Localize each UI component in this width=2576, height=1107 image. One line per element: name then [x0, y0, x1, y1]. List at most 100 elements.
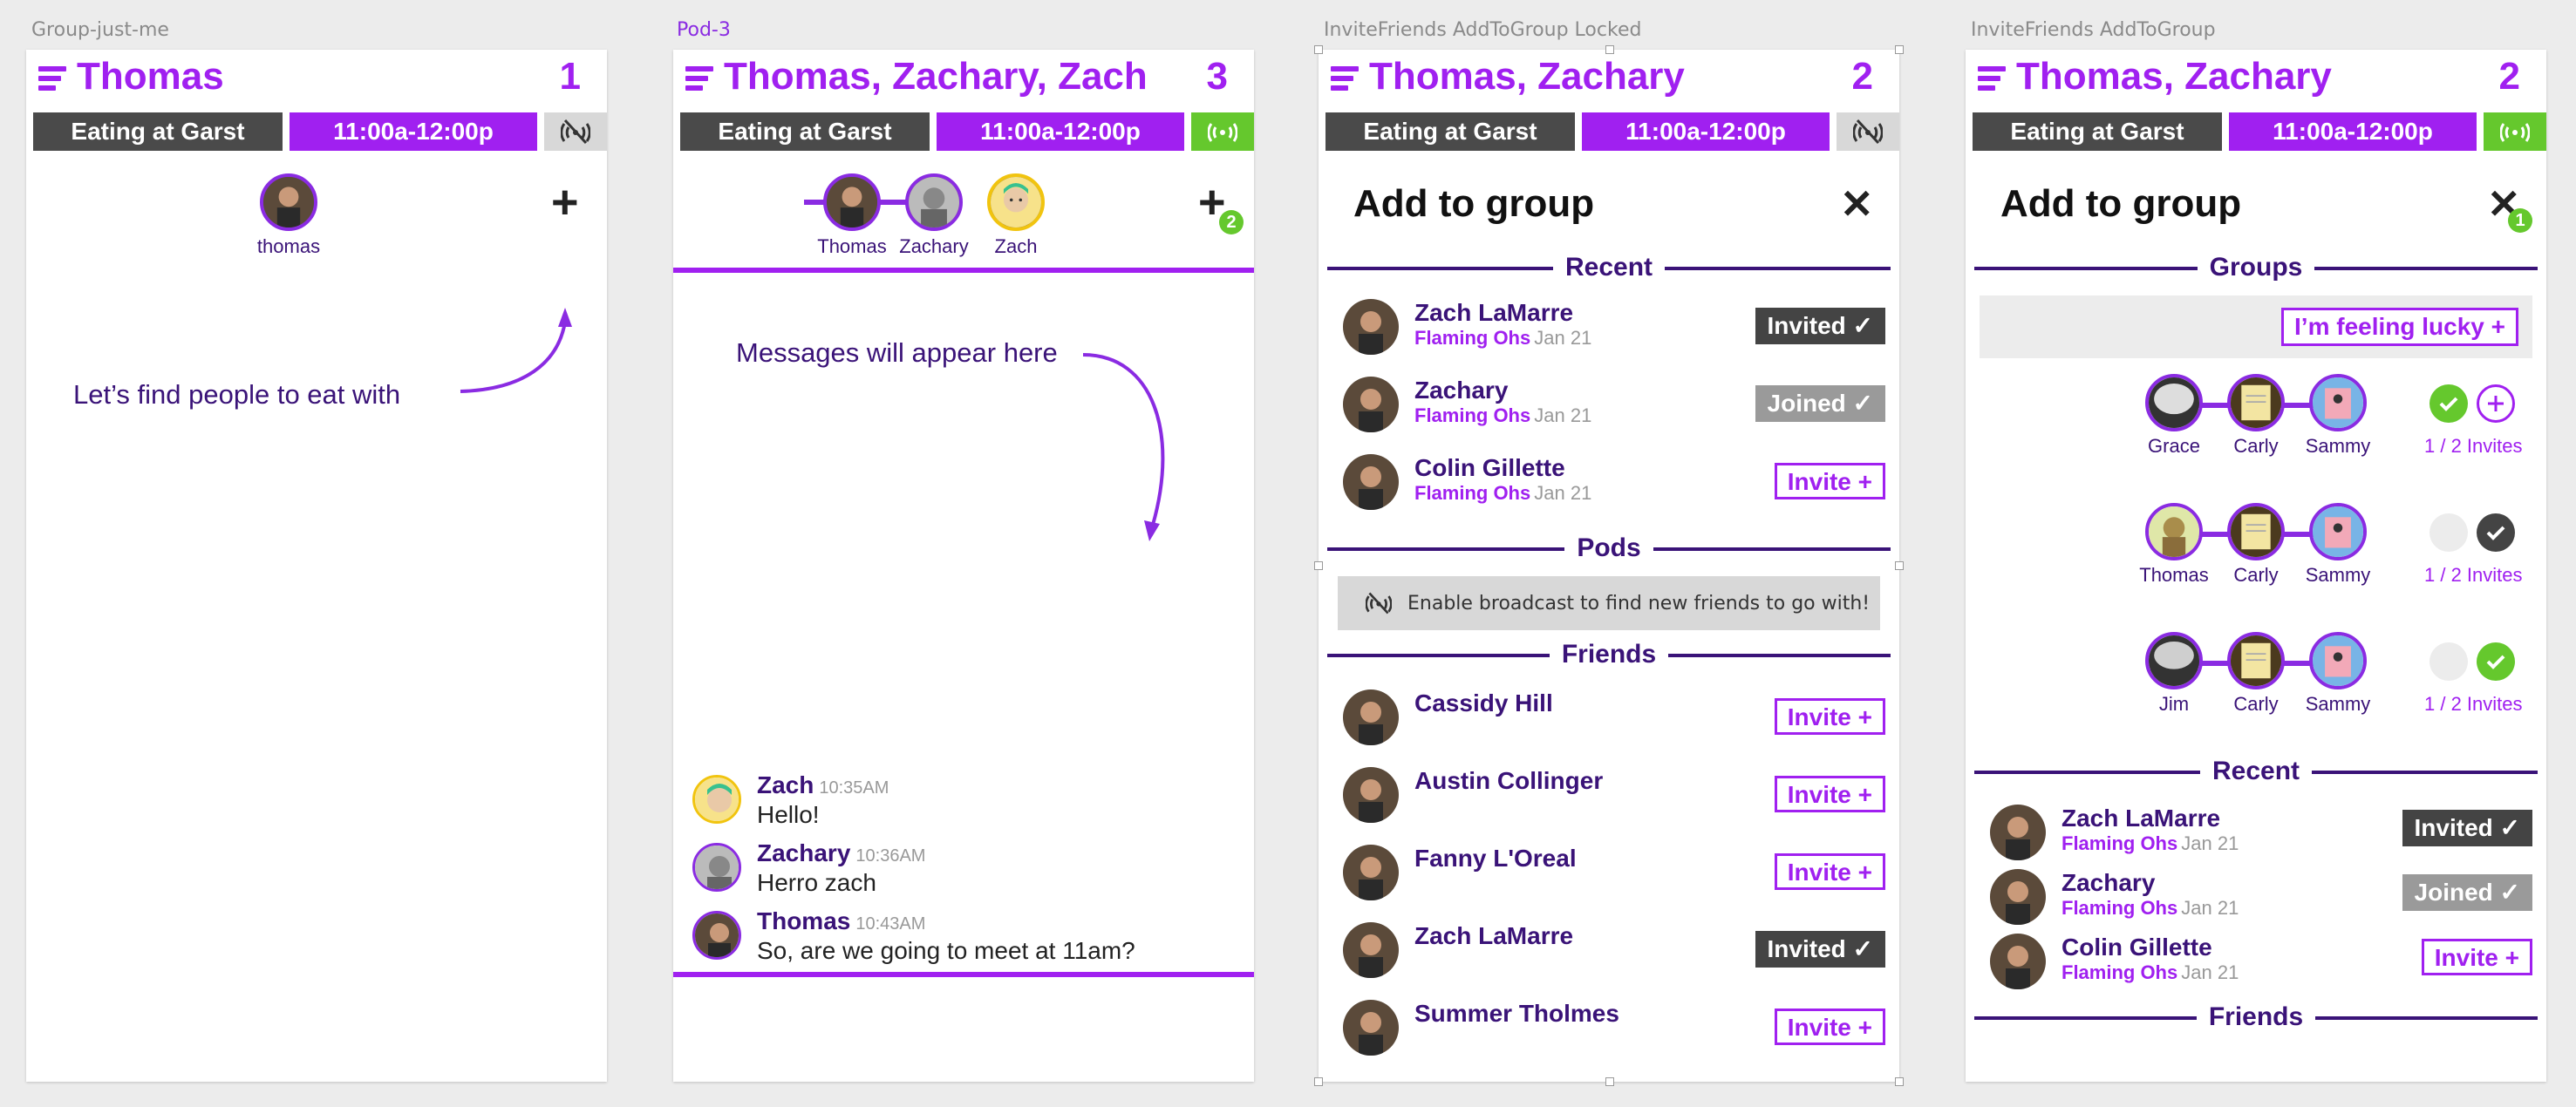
friend-meta: Flaming Ohs Jan 21 [2061, 832, 2239, 854]
member-count: 1 [559, 55, 581, 98]
invite-progress: 1 / 2 Invites [2424, 693, 2523, 715]
friend-meta: Flaming Ohs Jan 21 [1414, 404, 1592, 426]
avatar [2227, 374, 2285, 431]
feeling-lucky-button[interactable]: I’m feeling lucky + [2281, 308, 2518, 346]
invite-button[interactable]: Invite + [1774, 698, 1885, 735]
friend-meta: Flaming Ohs Jan 21 [2061, 897, 2239, 919]
message-text: So, are we going to meet at 11am? [757, 937, 1135, 964]
artboard-label: InviteFriends AddToGroup Locked [1324, 19, 1642, 41]
event-place[interactable]: Eating at Garst [680, 112, 930, 151]
event-time[interactable]: 11:00a-12:00p [937, 112, 1184, 151]
friend-name: Summer Tholmes [1414, 1000, 1619, 1027]
avatar [692, 843, 741, 892]
list-item: Cassidy Hill Invite + [1343, 689, 1885, 750]
selection-handle[interactable] [1605, 45, 1614, 54]
invite-progress: 1 / 2 Invites [2424, 564, 2523, 586]
invite-button[interactable]: Invite + [1774, 853, 1885, 890]
event-time[interactable]: 11:00a-12:00p [1582, 112, 1830, 151]
lucky-strip: I’m feeling lucky + [1980, 295, 2532, 358]
menu-icon[interactable] [1978, 66, 2006, 91]
invite-button[interactable]: Invite + [1774, 776, 1885, 812]
friend-meta: Flaming Ohs Jan 21 [1414, 482, 1592, 504]
broadcast-toggle[interactable] [2484, 112, 2546, 151]
selection-handle[interactable] [1895, 1077, 1904, 1086]
menu-icon[interactable] [38, 66, 66, 91]
group-suggestion[interactable]: Thomas Carly Sammy 1 / 2 Invites [1966, 503, 2546, 608]
add-member-button[interactable]: + [551, 179, 579, 226]
selection-handle[interactable] [1895, 45, 1904, 54]
avatar[interactable] [260, 173, 317, 231]
avatar [2309, 503, 2367, 560]
artboard-pod-3: Thomas, Zachary, Zach 3 Eating at Garst … [673, 50, 1254, 1082]
friend-name: Austin Collinger [1414, 767, 1604, 794]
event-place[interactable]: Eating at Garst [1973, 112, 2222, 151]
group-suggestion[interactable]: Grace Carly Sammy 1 / 2 Invites [1966, 374, 2546, 479]
message-author: Thomas 10:43AM [757, 907, 926, 934]
selection-handle[interactable] [1605, 1077, 1614, 1086]
section-header-friends: Friends [1974, 1000, 2538, 1035]
invite-button[interactable]: Invite + [1774, 463, 1885, 499]
avatar [692, 775, 741, 824]
event-place[interactable]: Eating at Garst [1325, 112, 1575, 151]
selection-handle[interactable] [1314, 1077, 1323, 1086]
joined-button[interactable]: Joined ✓ [2402, 874, 2532, 911]
event-time[interactable]: 11:00a-12:00p [290, 112, 537, 151]
broadcast-toggle[interactable] [1191, 112, 1254, 151]
header: Thomas 1 [26, 50, 607, 109]
avatar [1343, 1000, 1399, 1056]
avatar [2309, 632, 2367, 689]
broadcast-toggle[interactable] [544, 112, 607, 151]
friend-meta: Flaming Ohs Jan 21 [1414, 327, 1592, 349]
member-count: 2 [1851, 55, 1873, 98]
group-title: Thomas, Zachary, Zach [724, 55, 1148, 98]
list-item: Colin Gillette Flaming Ohs Jan 21 Invite … [1990, 934, 2532, 995]
invited-button[interactable]: Invited ✓ [1755, 931, 1885, 968]
group-suggestion[interactable]: Jim Carly Sammy 1 / 2 Invites [1966, 632, 2546, 737]
event-time[interactable]: 11:00a-12:00p [2229, 112, 2477, 151]
member-count: 3 [1206, 55, 1228, 98]
selection-handle[interactable] [1314, 561, 1323, 570]
group-title: Thomas, Zachary [1369, 55, 1685, 98]
plus-icon[interactable] [2477, 384, 2515, 423]
arrow-icon [1082, 353, 1165, 541]
broadcast-prompt[interactable]: Enable broadcast to find new friends to … [1338, 576, 1880, 630]
avatar [1990, 869, 2046, 925]
section-header-recent: Recent [1327, 250, 1891, 285]
artboard-label: Pod-3 [677, 19, 731, 41]
menu-icon[interactable] [685, 66, 713, 91]
avatar [1990, 934, 2046, 989]
friend-name: Zachary [2061, 869, 2156, 896]
menu-icon[interactable] [1331, 66, 1359, 91]
broadcast-off-icon [1853, 119, 1883, 145]
notification-badge: 2 [1219, 210, 1244, 234]
invited-button[interactable]: Invited ✓ [1755, 308, 1885, 344]
section-header-friends: Friends [1327, 637, 1891, 672]
selection-handle[interactable] [1895, 561, 1904, 570]
joined-button[interactable]: Joined ✓ [1755, 385, 1885, 422]
avatar[interactable] [987, 173, 1045, 231]
member-name: Grace [2148, 435, 2200, 457]
event-place[interactable]: Eating at Garst [33, 112, 283, 151]
avatar[interactable] [905, 173, 963, 231]
avatar[interactable] [823, 173, 881, 231]
list-item: Summer Tholmes Invite + [1343, 1000, 1885, 1061]
artboard-invite-locked: Thomas, Zachary 2 Eating at Garst 11:00a… [1319, 50, 1899, 1082]
invited-button[interactable]: Invited ✓ [2402, 810, 2532, 846]
member-name: Sammy [2305, 564, 2371, 586]
list-item: Colin Gillette Flaming Ohs Jan 21 Invite … [1343, 454, 1885, 515]
check-icon[interactable] [2477, 513, 2515, 552]
invite-button[interactable]: Invite + [1774, 1009, 1885, 1045]
broadcast-prompt-text: Enable broadcast to find new friends to … [1407, 592, 1871, 615]
selection-handle[interactable] [1314, 45, 1323, 54]
avatar [2145, 503, 2203, 560]
close-icon[interactable]: ✕ [1840, 180, 1874, 228]
broadcast-toggle[interactable] [1837, 112, 1899, 151]
check-icon[interactable] [2477, 642, 2515, 681]
member-name: Jim [2158, 693, 2190, 715]
avatar [1343, 377, 1399, 432]
avatar [1343, 767, 1399, 823]
panel-title: Add to group [2000, 182, 2242, 225]
invite-button[interactable]: Invite + [2421, 939, 2532, 975]
friend-name: Cassidy Hill [1414, 689, 1553, 716]
member-name: Carly [2233, 693, 2279, 715]
